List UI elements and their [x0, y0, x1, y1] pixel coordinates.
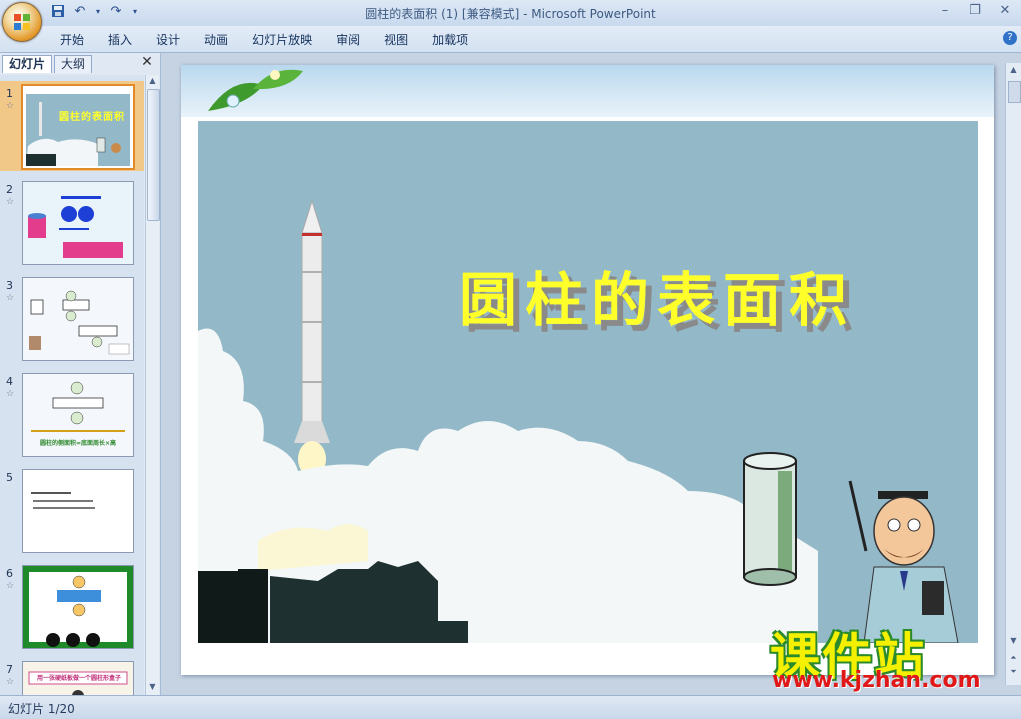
slide-editor: 圆柱的表面积 ▲ ▼ ⏶ ⏷: [161, 53, 1021, 695]
next-slide-icon[interactable]: ⏷: [1008, 667, 1019, 677]
help-icon[interactable]: ?: [1003, 31, 1017, 45]
animation-icon: ☆: [6, 293, 15, 303]
leaf-decoration: [208, 69, 303, 111]
tab-review[interactable]: 审阅: [324, 31, 372, 49]
animation-icon: ☆: [6, 197, 15, 207]
tab-animations[interactable]: 动画: [192, 31, 240, 49]
thumbnail-scrollbar[interactable]: ▲ ▼: [145, 75, 160, 695]
slide-title[interactable]: 圆柱的表面积: [459, 253, 855, 337]
slide-number: 4: [6, 375, 13, 388]
status-bar: 幻灯片 1/20: [0, 695, 1021, 719]
slide-counter: 幻灯片 1/20: [8, 702, 75, 716]
slide-thumbnail[interactable]: [22, 565, 134, 649]
slide-number: 5: [6, 471, 13, 484]
slide-thumbnail[interactable]: [22, 469, 134, 553]
slide-illustration-panel: [198, 121, 978, 643]
slides-pane: 幻灯片 大纲 ✕ 1 ☆ 圆柱的表面积 2 ☆ 3 ☆ 4 ☆ 圆柱的侧面积=底…: [0, 53, 161, 695]
animation-icon: ☆: [6, 677, 15, 687]
tab-insert[interactable]: 插入: [96, 31, 144, 49]
title-bar: ↶ ▾ ↷ ▾ 圆柱的表面积 (1) [兼容模式] - Microsoft Po…: [0, 0, 1021, 42]
tab-outline[interactable]: 大纲: [54, 55, 93, 73]
thumbnail-row[interactable]: 2 ☆: [0, 177, 144, 267]
slide-number: 2: [6, 183, 13, 196]
animation-icon: ☆: [6, 581, 15, 591]
close-pane-icon[interactable]: ✕: [140, 55, 154, 69]
office-button[interactable]: [2, 2, 42, 42]
scroll-up-icon[interactable]: ▲: [147, 76, 158, 88]
rocket: [294, 199, 330, 477]
slide-thumbnail[interactable]: [22, 181, 134, 265]
thumbnail-title: 圆柱的表面积: [59, 112, 125, 123]
scroll-up-icon[interactable]: ▲: [1008, 65, 1019, 74]
watermark-url: www.kjzhan.com: [772, 668, 981, 693]
scroll-down-icon[interactable]: ▼: [147, 682, 158, 694]
tab-addins[interactable]: 加载项: [420, 31, 480, 49]
thumbnail-title: 用一张硬纸板做一个圆柱形盒子: [36, 675, 121, 682]
previous-slide-icon[interactable]: ⏶: [1008, 653, 1019, 663]
rocket-launch-illustration: [198, 199, 959, 643]
slide-number: 3: [6, 279, 13, 292]
thumbnail-list: 1 ☆ 圆柱的表面积 2 ☆ 3 ☆ 4 ☆ 圆柱的侧面积=底面周长×高 5 6…: [0, 75, 144, 695]
window-controls: – ❐ ✕: [935, 2, 1015, 20]
animation-icon: ☆: [6, 101, 15, 111]
thumbnail-row[interactable]: 6 ☆: [0, 561, 144, 651]
thumbnail-row[interactable]: 3 ☆: [0, 273, 144, 363]
thumbnail-caption: 圆柱的侧面积=底面周长×高: [39, 440, 117, 447]
slide-canvas[interactable]: 圆柱的表面积: [181, 65, 994, 675]
ribbon-tabs: 开始 插入 设计 动画 幻灯片放映 审阅 视图 加载项: [48, 31, 480, 49]
tab-slideshow[interactable]: 幻灯片放映: [240, 31, 324, 49]
ribbon: 开始 插入 设计 动画 幻灯片放映 审阅 视图 加载项 ?: [0, 26, 1021, 53]
minimize-icon[interactable]: –: [935, 2, 955, 20]
restore-icon[interactable]: ❐: [965, 2, 985, 20]
thumbnail-row[interactable]: 7 ☆ 用一张硬纸板做一个圆柱形盒子: [0, 657, 144, 695]
tab-home[interactable]: 开始: [48, 31, 96, 49]
cylinder-shape: [743, 452, 797, 586]
slide-thumbnail[interactable]: 用一张硬纸板做一个圆柱形盒子: [22, 661, 134, 695]
slide-scrollbar[interactable]: ▲ ▼ ⏶ ⏷: [1005, 63, 1021, 685]
slide-number: 1: [6, 87, 13, 100]
close-icon[interactable]: ✕: [995, 2, 1015, 20]
slide-thumbnail[interactable]: 圆柱的侧面积=底面周长×高: [22, 373, 134, 457]
scroll-thumb[interactable]: [147, 89, 160, 221]
office-logo-icon: [14, 14, 30, 30]
slide-number: 7: [6, 663, 13, 676]
tab-view[interactable]: 视图: [372, 31, 420, 49]
scroll-thumb[interactable]: [1008, 81, 1021, 103]
thumbnail-row[interactable]: 4 ☆ 圆柱的侧面积=底面周长×高: [0, 369, 144, 459]
thumbnail-row[interactable]: 1 ☆ 圆柱的表面积: [0, 81, 144, 171]
scroll-down-icon[interactable]: ▼: [1008, 636, 1019, 645]
thumbnail-row[interactable]: 5: [0, 465, 144, 555]
tab-design[interactable]: 设计: [144, 31, 192, 49]
slide-thumbnail[interactable]: [22, 277, 134, 361]
slide-thumbnail[interactable]: 圆柱的表面积: [21, 84, 135, 170]
tab-slides[interactable]: 幻灯片: [2, 55, 53, 73]
animation-icon: ☆: [6, 389, 15, 399]
pane-tabs: 幻灯片 大纲: [2, 55, 94, 73]
slide-number: 6: [6, 567, 13, 580]
window-title: 圆柱的表面积 (1) [兼容模式] - Microsoft PowerPoint: [365, 7, 656, 21]
